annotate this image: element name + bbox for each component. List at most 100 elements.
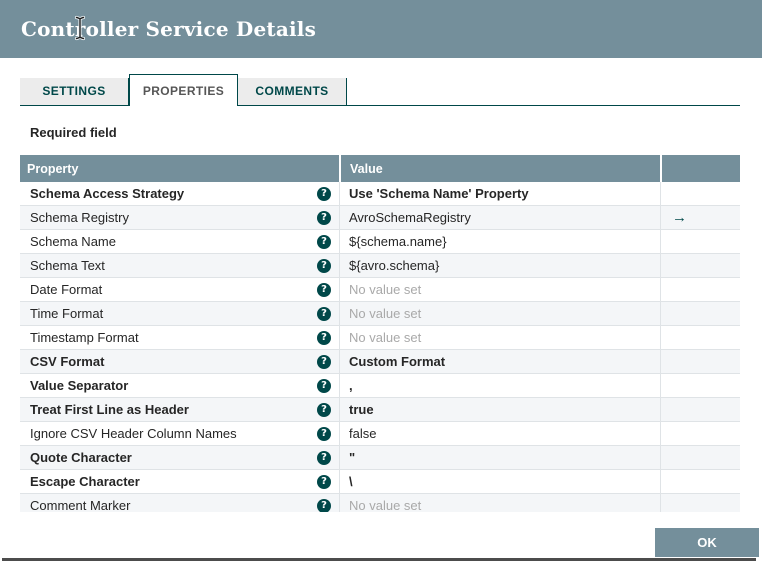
property-name: Value Separator xyxy=(30,378,129,393)
property-value: ${avro.schema} xyxy=(339,254,660,277)
table-row[interactable]: Schema Access Strategy? Use 'Schema Name'… xyxy=(20,182,740,206)
help-icon[interactable]: ? xyxy=(317,426,331,441)
help-icon[interactable]: ? xyxy=(317,234,331,249)
actions-cell xyxy=(660,446,740,469)
property-value: true xyxy=(339,398,660,421)
property-cell: Schema Registry? xyxy=(20,206,339,229)
controller-service-details-dialog: Controller Service Details SETTINGS PROP… xyxy=(0,0,762,562)
table-row[interactable]: Value Separator?, xyxy=(20,374,740,398)
table-row[interactable]: Schema Registry? AvroSchemaRegistry → xyxy=(20,206,740,230)
table-row[interactable]: Time Format? No value set xyxy=(20,302,740,326)
property-name: Comment Marker xyxy=(30,498,131,512)
actions-cell xyxy=(660,182,740,205)
property-value: Custom Format xyxy=(339,350,660,373)
table-row[interactable]: Schema Name? ${schema.name} xyxy=(20,230,740,254)
property-value: " xyxy=(339,446,660,469)
property-name: CSV Format xyxy=(30,354,105,369)
dialog-title: Controller Service Details xyxy=(21,17,317,41)
table-row[interactable]: CSV Format? Custom Format xyxy=(20,350,740,374)
property-cell: Schema Name? xyxy=(20,230,339,253)
table-row[interactable]: Ignore CSV Header Column Names? false xyxy=(20,422,740,446)
property-cell: Ignore CSV Header Column Names? xyxy=(20,422,339,445)
help-icon[interactable]: ? xyxy=(317,498,331,512)
property-cell: Value Separator? xyxy=(20,374,339,397)
property-value: Use 'Schema Name' Property xyxy=(339,182,660,205)
actions-cell xyxy=(660,470,740,493)
property-value: , xyxy=(339,374,660,397)
help-icon[interactable]: ? xyxy=(317,258,331,273)
table-body: Schema Access Strategy? Use 'Schema Name'… xyxy=(20,182,740,512)
property-cell: Escape Character? xyxy=(20,470,339,493)
dialog-bottom-edge xyxy=(2,558,756,561)
help-icon[interactable]: ? xyxy=(317,450,331,465)
help-icon[interactable]: ? xyxy=(317,402,331,417)
property-value: No value set xyxy=(339,302,660,325)
property-value: ${schema.name} xyxy=(339,230,660,253)
table-row[interactable]: Comment Marker? No value set xyxy=(20,494,740,512)
property-name: Schema Text xyxy=(30,258,105,273)
property-name: Schema Name xyxy=(30,234,116,249)
dialog-body: SETTINGS PROPERTIES COMMENTS Required fi… xyxy=(0,58,762,562)
dialog-header: Controller Service Details xyxy=(0,0,762,58)
property-cell: Comment Marker? xyxy=(20,494,339,512)
help-icon[interactable]: ? xyxy=(317,210,331,225)
actions-cell: → xyxy=(660,206,740,229)
tab-comments[interactable]: COMMENTS xyxy=(238,78,347,105)
help-icon[interactable]: ? xyxy=(317,330,331,345)
actions-cell xyxy=(660,278,740,301)
property-cell: Time Format? xyxy=(20,302,339,325)
help-icon[interactable]: ? xyxy=(317,282,331,297)
tab-properties[interactable]: PROPERTIES xyxy=(129,74,238,106)
actions-cell xyxy=(660,302,740,325)
property-value: No value set xyxy=(339,326,660,349)
table-row[interactable]: Date Format? No value set xyxy=(20,278,740,302)
table-row[interactable]: Schema Text? ${avro.schema} xyxy=(20,254,740,278)
property-cell: Timestamp Format? xyxy=(20,326,339,349)
column-header-property: Property xyxy=(27,161,79,176)
property-value: AvroSchemaRegistry xyxy=(339,206,660,229)
table-row[interactable]: Treat First Line as Header? true xyxy=(20,398,740,422)
table-row[interactable]: Quote Character? " xyxy=(20,446,740,470)
property-name: Schema Registry xyxy=(30,210,129,225)
property-value: false xyxy=(339,422,660,445)
actions-cell xyxy=(660,350,740,373)
property-name: Timestamp Format xyxy=(30,330,139,345)
property-value: No value set xyxy=(339,494,660,512)
property-cell: Schema Text? xyxy=(20,254,339,277)
help-icon[interactable]: ? xyxy=(317,306,331,321)
goto-service-icon[interactable]: → xyxy=(672,210,687,225)
help-icon[interactable]: ? xyxy=(317,474,331,489)
column-header-value: Value xyxy=(339,155,660,182)
property-value: No value set xyxy=(339,278,660,301)
property-name: Time Format xyxy=(30,306,104,321)
property-name: Escape Character xyxy=(30,474,140,489)
actions-cell xyxy=(660,374,740,397)
help-icon[interactable]: ? xyxy=(317,186,331,201)
tab-settings[interactable]: SETTINGS xyxy=(20,78,129,105)
property-value: \ xyxy=(339,470,660,493)
property-cell: Date Format? xyxy=(20,278,339,301)
actions-cell xyxy=(660,494,740,512)
property-name: Quote Character xyxy=(30,450,132,465)
properties-table: Property Value Schema Access Strategy? Us… xyxy=(20,155,740,512)
help-icon[interactable]: ? xyxy=(317,354,331,369)
property-name: Ignore CSV Header Column Names xyxy=(30,426,237,441)
property-cell: Quote Character? xyxy=(20,446,339,469)
table-row[interactable]: Timestamp Format? No value set xyxy=(20,326,740,350)
table-row[interactable]: Escape Character? \ xyxy=(20,470,740,494)
tab-bar: SETTINGS PROPERTIES COMMENTS xyxy=(20,74,740,106)
property-cell: Treat First Line as Header? xyxy=(20,398,339,421)
ok-button[interactable]: OK xyxy=(655,528,759,557)
column-header-actions xyxy=(660,155,740,182)
required-field-label: Required field xyxy=(30,125,117,140)
property-cell: Schema Access Strategy? xyxy=(20,182,339,205)
property-name: Date Format xyxy=(30,282,103,297)
property-name: Schema Access Strategy xyxy=(30,186,185,201)
property-cell: CSV Format? xyxy=(20,350,339,373)
actions-cell xyxy=(660,326,740,349)
table-header-row: Property Value xyxy=(20,155,740,182)
property-name: Treat First Line as Header xyxy=(30,402,189,417)
help-icon[interactable]: ? xyxy=(317,378,331,393)
actions-cell xyxy=(660,422,740,445)
actions-cell xyxy=(660,254,740,277)
